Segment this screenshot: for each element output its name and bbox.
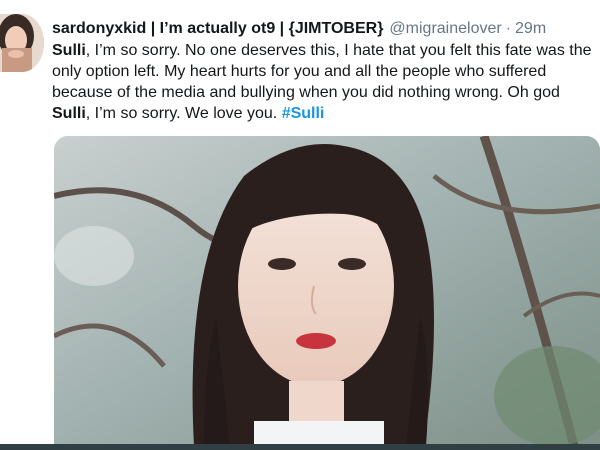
bottom-bar [0, 444, 600, 450]
tweet-content: sardonyxkid | I’m actually ot9 | {JIMTOB… [52, 18, 600, 124]
tweet-text-part: , I’m so sorry. We love you. [85, 105, 282, 122]
tweet-header: sardonyxkid | I’m actually ot9 | {JIMTOB… [52, 18, 600, 40]
timestamp[interactable]: 29m [515, 18, 546, 40]
tweet-media-image[interactable] [54, 136, 600, 446]
user-handle[interactable]: @migrainelover [389, 18, 501, 40]
display-name[interactable]: sardonyxkid | I’m actually ot9 | {JIMTOB… [52, 18, 383, 40]
separator-dot: · [505, 20, 512, 37]
mention-name: Sulli [52, 105, 86, 122]
tweet-text-part: , I’m so sorry. No one deserves this, I … [52, 42, 592, 101]
tweet-text: Sulli, I’m so sorry. No one deserves thi… [52, 40, 600, 124]
mention-name: Sulli [52, 42, 86, 59]
tweet-card[interactable]: sardonyxkid | I’m actually ot9 | {JIMTOB… [0, 0, 600, 450]
hashtag-link[interactable]: #Sulli [282, 105, 325, 122]
avatar[interactable] [0, 14, 44, 72]
